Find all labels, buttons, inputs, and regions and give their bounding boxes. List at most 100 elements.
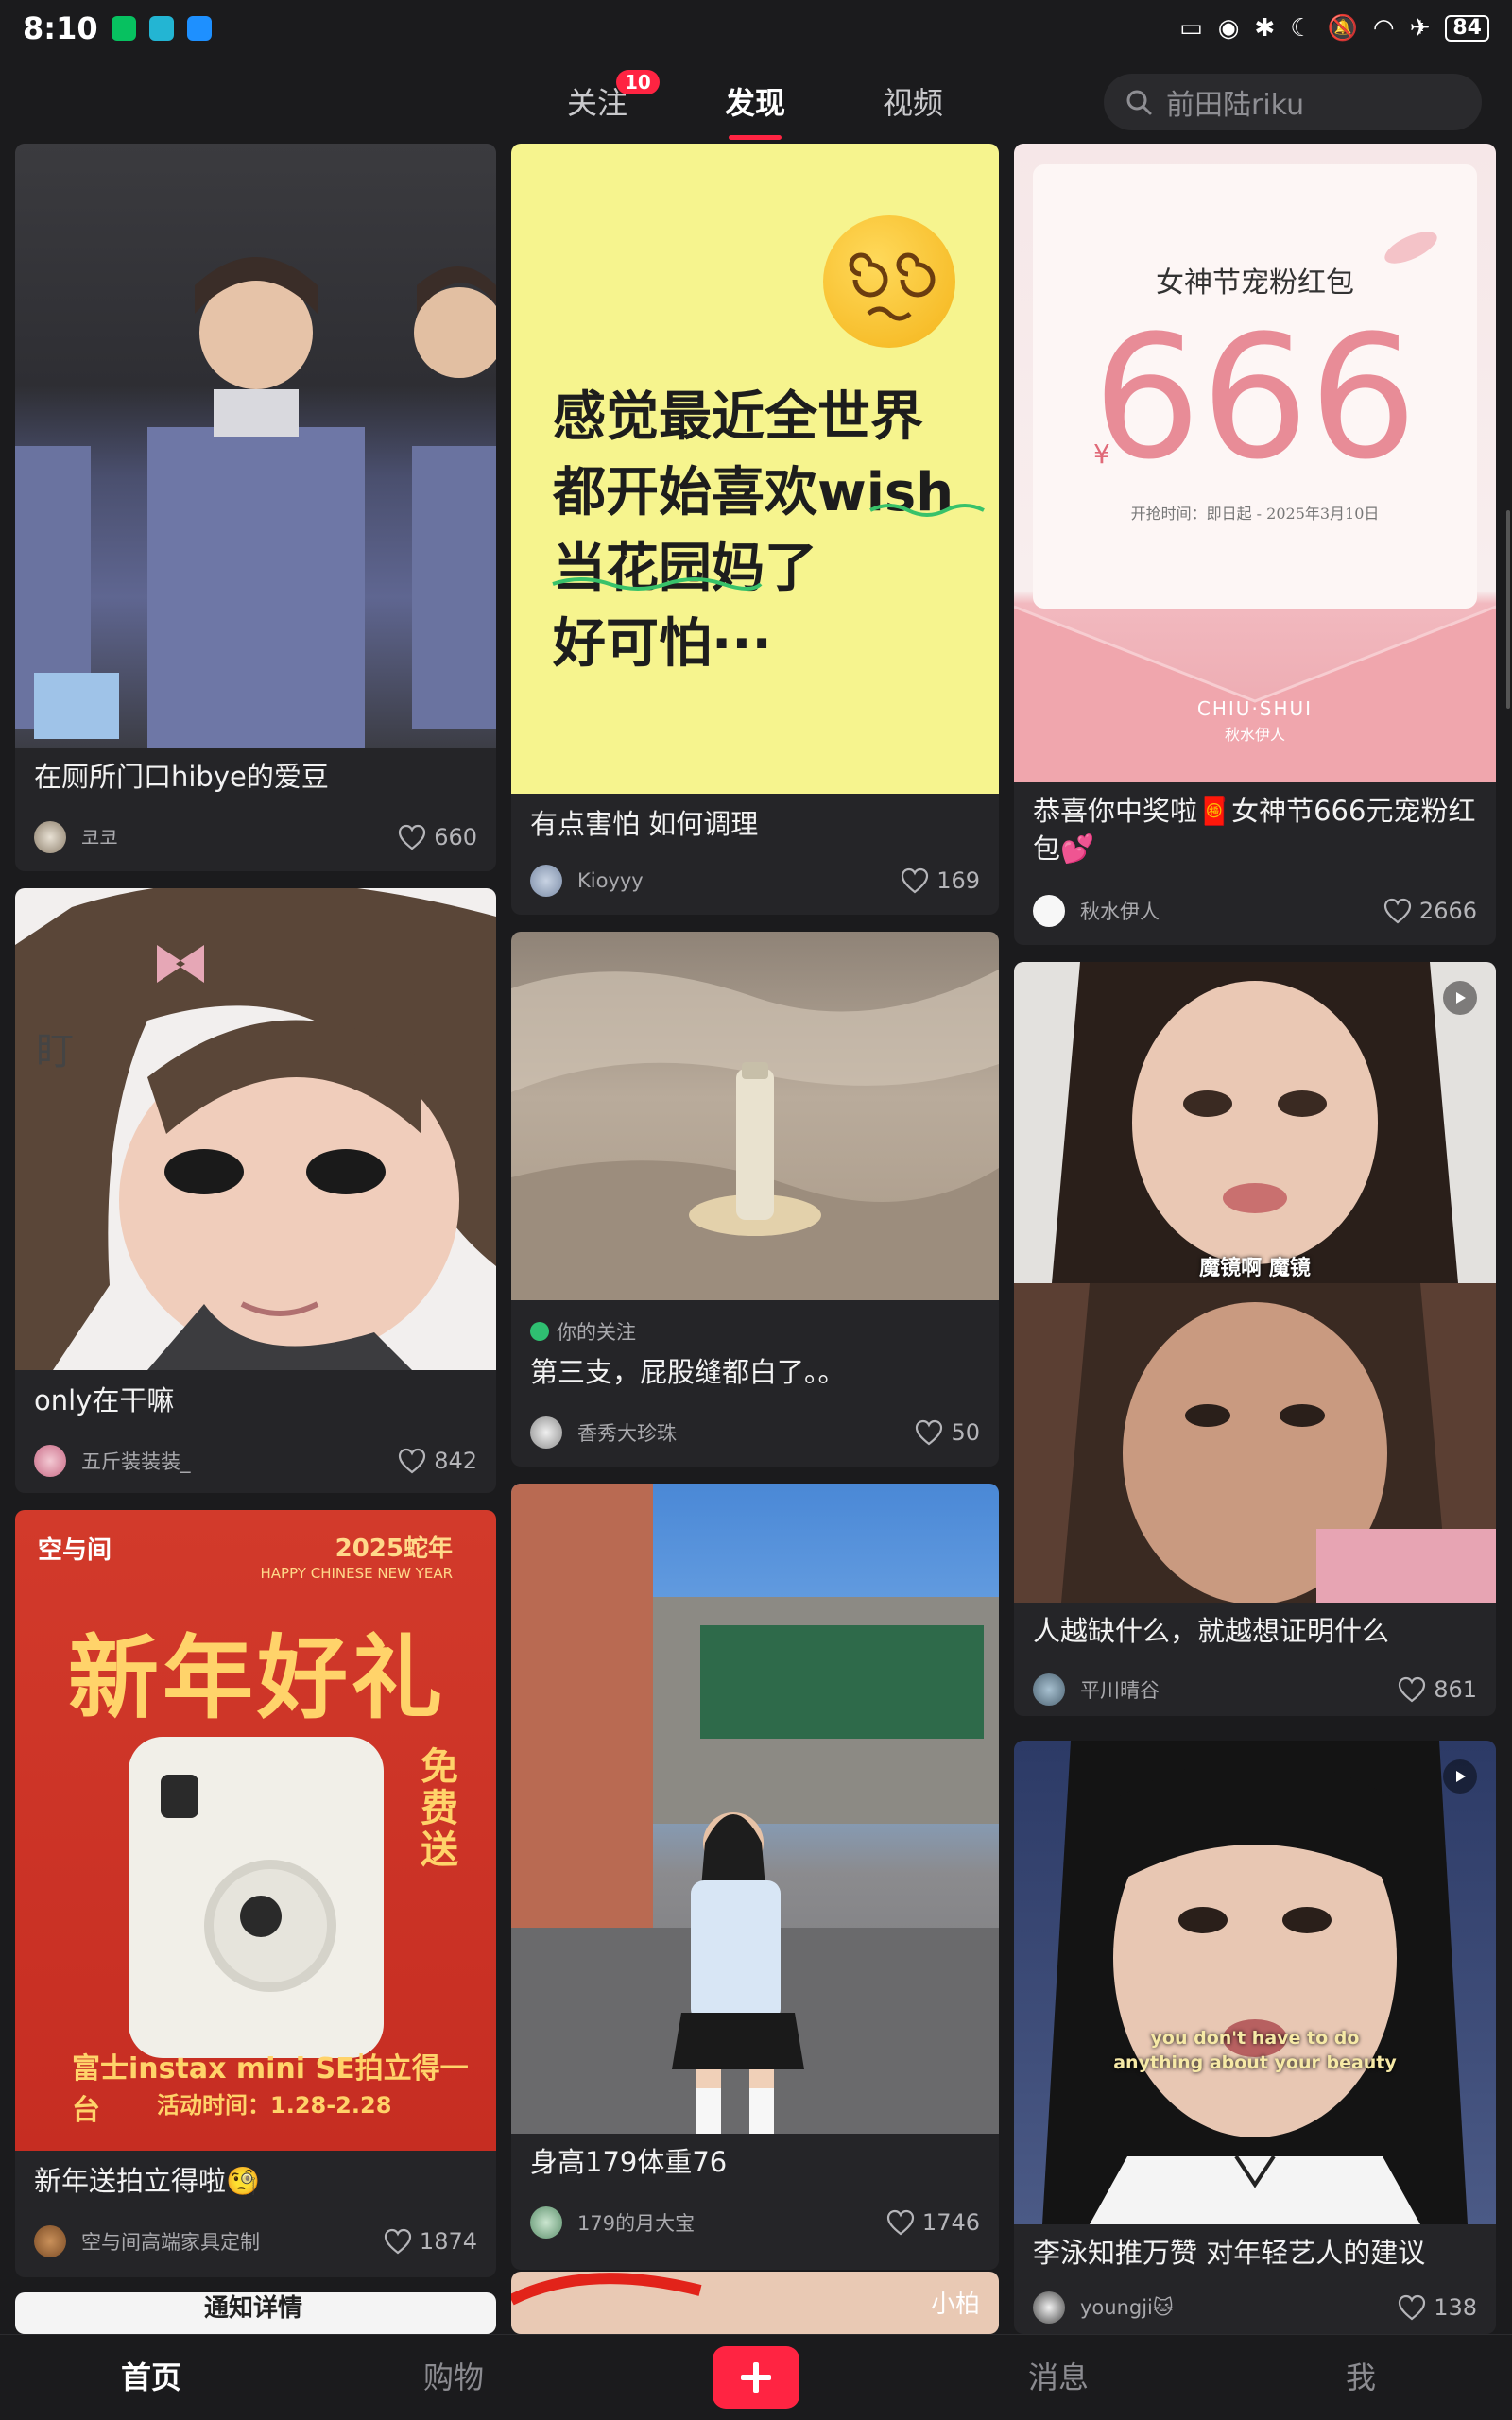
envelope-brand: CHIU·SHUI [1196, 697, 1314, 720]
wechat-icon [111, 16, 136, 41]
year-label: 2025蛇年 [335, 1535, 453, 1563]
card-title: 有点害怕 如何调理 [530, 808, 759, 840]
feed-card[interactable]: 空与间 2025蛇年 HAPPY CHINESE NEW YEAR 新年好礼 免… [15, 1510, 496, 2277]
avatar[interactable] [34, 821, 66, 853]
feed-card[interactable]: 感觉最近全世界 都开始喜欢wish 当花园妈了 好可怕··· 有点害怕 如何调理… [511, 144, 999, 915]
tab-video[interactable]: 视频 [883, 79, 943, 123]
like-button[interactable]: 169 [901, 867, 980, 894]
plus-icon [741, 2362, 771, 2393]
bluetooth-icon: ✱ [1254, 14, 1276, 43]
like-count: 861 [1434, 1676, 1477, 1703]
card-author[interactable]: 空与间高端家具定制 [81, 2227, 384, 2256]
like-button[interactable]: 1874 [384, 2228, 477, 2255]
card-author[interactable]: 179的月大宝 [577, 2208, 886, 2237]
card-thumbnail [511, 932, 999, 1300]
like-button[interactable]: 660 [398, 824, 477, 850]
partial-card-text: 通知详情 [204, 2294, 303, 2323]
feed-card[interactable]: 在厕所门口hibye的爱豆 코코 660 [15, 144, 496, 871]
card-author[interactable]: youngji🐱 [1080, 2296, 1398, 2319]
feed-card[interactable]: 小柏 [511, 2272, 999, 2334]
search-icon [1125, 88, 1153, 116]
play-icon [1443, 1759, 1477, 1794]
card-author[interactable]: 香秀大珍珠 [577, 1418, 915, 1447]
like-count: 660 [434, 824, 477, 850]
moon-icon: ☾ [1290, 14, 1313, 43]
camera-image [129, 1737, 384, 2058]
feed-card[interactable]: 女神节宠粉红包 ¥ 666 开抢时间：即日起 - 2025年3月10日 CHIU… [1014, 144, 1496, 945]
like-count: 1746 [921, 2209, 980, 2236]
avatar[interactable] [1033, 2291, 1065, 2324]
tab-discover-label: 发现 [725, 85, 786, 121]
search-input[interactable]: 前田陆riku [1104, 74, 1482, 130]
top-nav: 关注 10 发现 视频 前田陆riku [0, 60, 1512, 146]
greeting-label: HAPPY CHINESE NEW YEAR [260, 1565, 454, 1582]
following-tag: 你的关注 [530, 1317, 636, 1346]
feed-card[interactable]: 魔镜啊 魔镜 人越缺什么，就越想证明什么 平川晴谷 861 [1014, 962, 1496, 1716]
nav-home[interactable]: 首页 [121, 2354, 181, 2397]
avatar[interactable] [34, 2225, 66, 2257]
card-title: only在干嘛 [34, 1384, 175, 1416]
tab-following[interactable]: 关注 10 [567, 70, 660, 123]
card-author[interactable]: 五斤装装装_ [81, 1447, 398, 1475]
avatar[interactable] [34, 1445, 66, 1477]
avatar[interactable] [530, 865, 562, 897]
avatar[interactable] [530, 2206, 562, 2239]
following-tag-label: 你的关注 [557, 1321, 636, 1344]
status-bar: 8:10 ▭ ◉ ✱ ☾ 🔕 ◠ ✈ 84 [0, 0, 1512, 57]
like-button[interactable]: 2666 [1383, 898, 1477, 924]
scrollbar[interactable] [1506, 510, 1510, 709]
heart-icon [902, 867, 929, 894]
card-title: 身高179体重76 [530, 2146, 728, 2178]
status-time: 8:10 [23, 10, 98, 46]
envelope-brand-cn: 秋水伊人 [1224, 726, 1285, 744]
like-count: 50 [951, 1419, 980, 1446]
airplane-icon: ✈ [1409, 14, 1431, 43]
watermark-label: 小柏 [930, 2291, 980, 2319]
avatar[interactable] [1033, 1673, 1065, 1706]
heart-icon [1383, 898, 1412, 924]
wifi-icon: ◠ [1372, 14, 1395, 43]
card-thumbnail: 盯 [15, 888, 496, 1370]
heart-icon [916, 1419, 943, 1446]
feed-card[interactable]: 通知详情 [15, 2292, 496, 2334]
tab-discover[interactable]: 发现 [725, 79, 786, 140]
cloud-icon [186, 16, 212, 41]
download-icon [148, 16, 174, 41]
heart-icon [399, 1448, 426, 1474]
heart-icon [399, 824, 426, 850]
avatar[interactable] [530, 1416, 562, 1449]
like-button[interactable]: 1746 [886, 2209, 980, 2236]
like-button[interactable]: 842 [398, 1448, 477, 1474]
feed-card[interactable]: 身高179体重76 179的月大宝 1746 [511, 1484, 999, 2270]
card-title: 在厕所门口hibye的爱豆 [34, 761, 329, 793]
like-button[interactable]: 50 [915, 1419, 980, 1446]
heart-icon [384, 2228, 412, 2255]
nav-messages[interactable]: 消息 [1028, 2354, 1089, 2397]
card-thumbnail: you don't have to do anything about your… [1014, 1741, 1496, 2224]
mute-icon: 🔕 [1327, 14, 1358, 43]
card-author[interactable]: 秋水伊人 [1080, 897, 1383, 925]
feed-card[interactable]: 你的关注 第三支，屁股缝都白了。。 香秀大珍珠 50 [511, 932, 999, 1467]
heart-icon [1399, 1676, 1426, 1703]
nav-shop[interactable]: 购物 [423, 2354, 484, 2397]
avatar[interactable] [1033, 895, 1065, 927]
feed-card[interactable]: you don't have to do anything about your… [1014, 1741, 1496, 2334]
bottom-nav: 首页 购物 消息 我 [0, 2334, 1512, 2420]
brand-logo: 空与间 [38, 1536, 112, 1565]
heart-icon [1399, 2294, 1426, 2321]
search-placeholder: 前田陆riku [1166, 89, 1305, 122]
card-thumbnail: 空与间 2025蛇年 HAPPY CHINESE NEW YEAR 新年好礼 免… [15, 1510, 496, 2151]
create-post-button[interactable] [713, 2346, 799, 2409]
card-title: 恭喜你中奖啦🧧女神节666元宠粉红包💕 [1033, 795, 1476, 865]
nav-me[interactable]: 我 [1346, 2354, 1376, 2397]
user-icon [530, 1322, 549, 1341]
card-author[interactable]: Kioyyy [577, 869, 901, 892]
card-author[interactable]: 코코 [81, 823, 398, 851]
heart-icon [886, 2209, 915, 2236]
thumb-overlay-text: 盯 [36, 1030, 74, 1073]
card-author[interactable]: 平川晴谷 [1080, 1675, 1398, 1704]
like-button[interactable]: 861 [1398, 1676, 1477, 1703]
feed-card[interactable]: 盯 only在干嘛 五斤装装装_ 842 [15, 888, 496, 1493]
play-icon [1443, 981, 1477, 1015]
like-button[interactable]: 138 [1398, 2294, 1477, 2321]
